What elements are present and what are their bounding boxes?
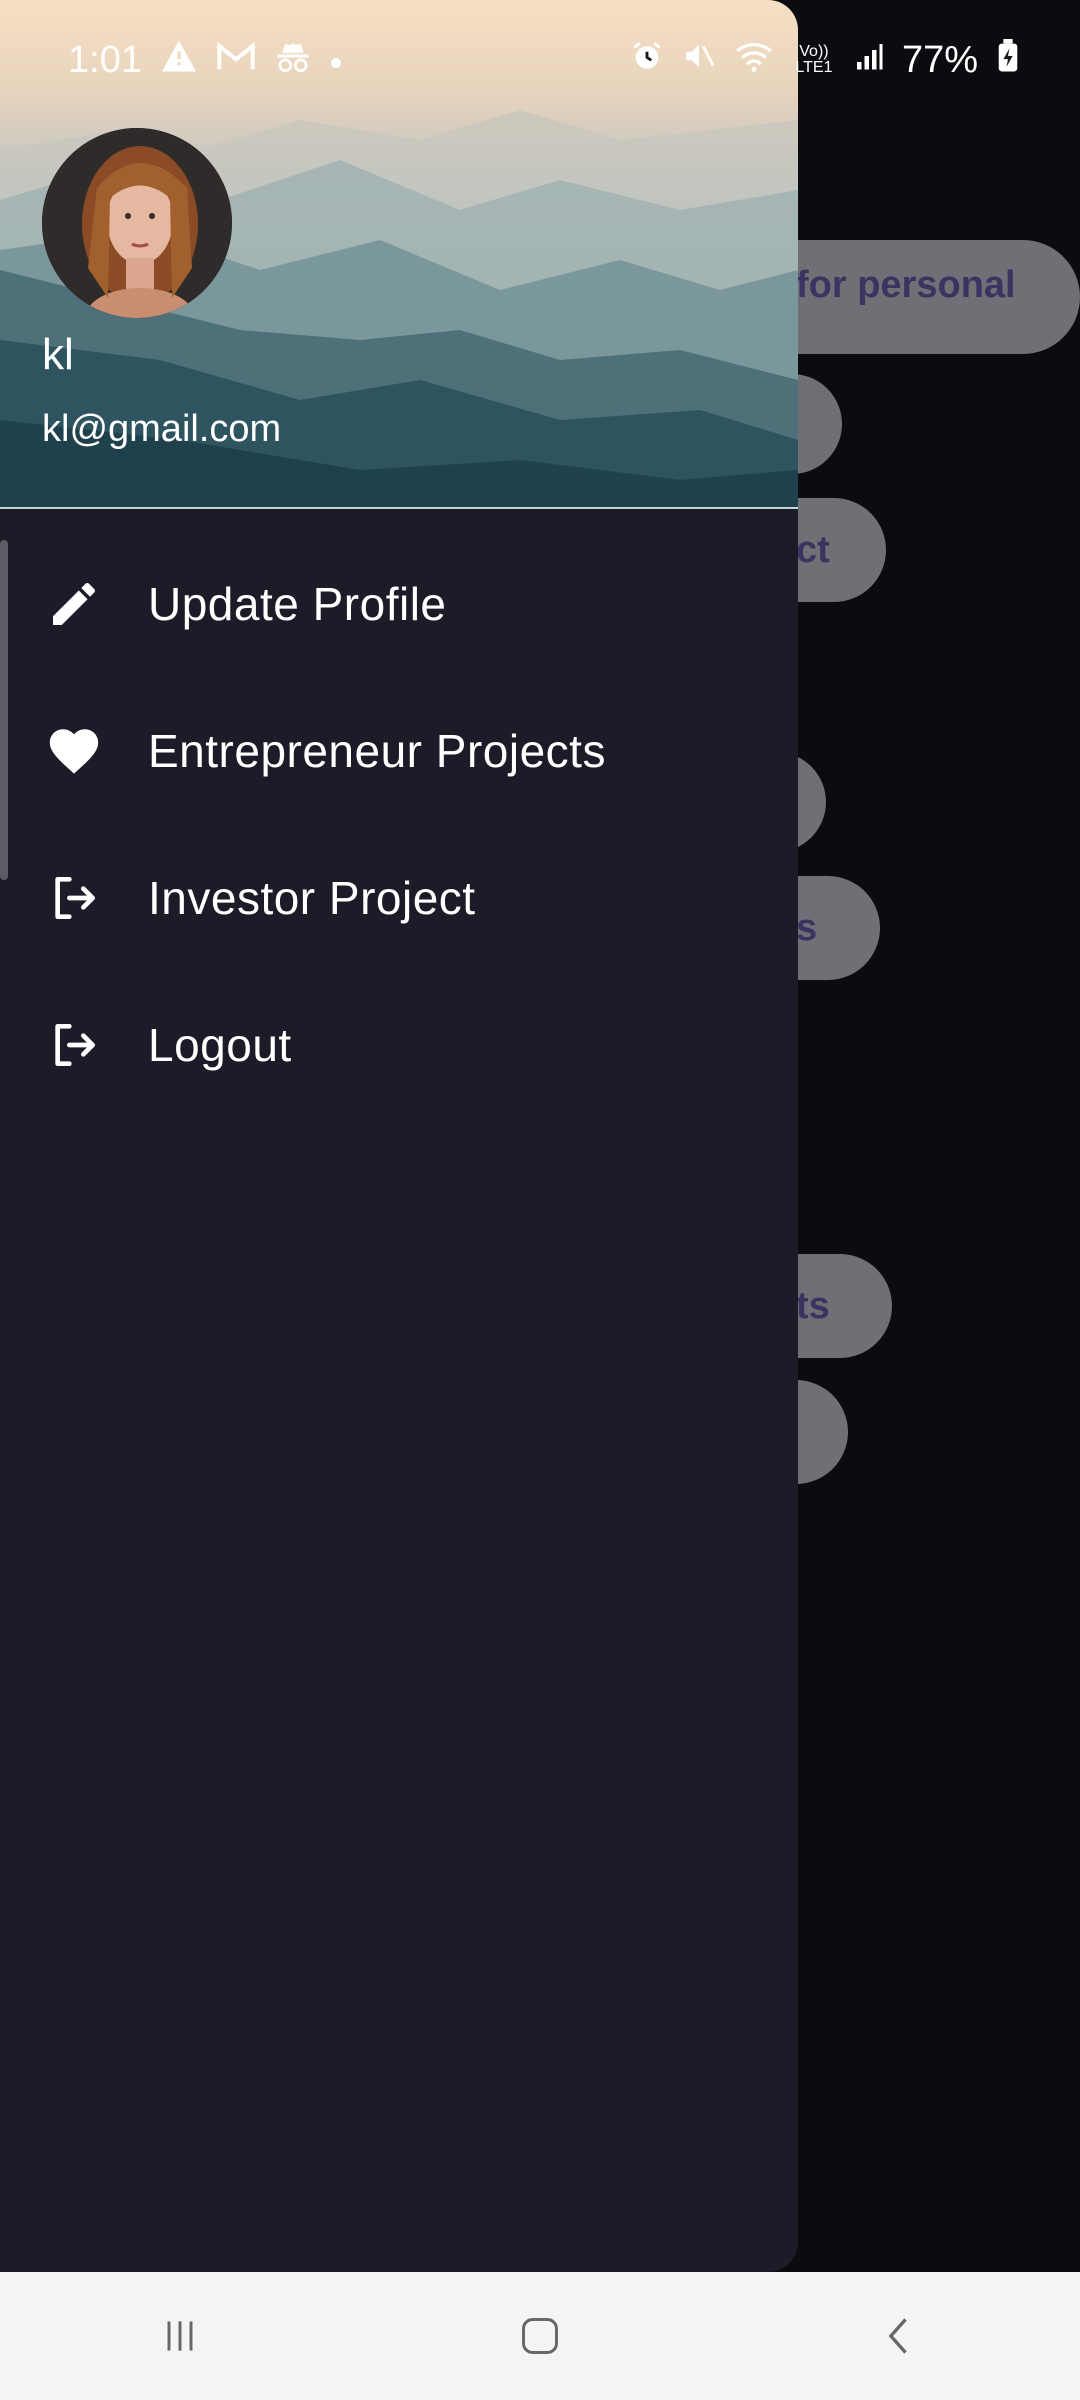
mute-icon	[682, 39, 716, 81]
back-button[interactable]	[840, 2296, 960, 2376]
dot-icon	[330, 43, 342, 77]
gmail-icon	[216, 41, 256, 79]
signal-icon	[854, 41, 884, 79]
battery-percentage: 77%	[901, 38, 978, 81]
incognito-icon	[274, 39, 312, 81]
menu-item-label: Logout	[148, 1018, 292, 1071]
user-name: kl	[42, 330, 74, 379]
logout-menu-item[interactable]: Logout	[0, 971, 798, 1118]
back-icon	[888, 2318, 907, 2354]
user-email: kl@gmail.com	[42, 408, 282, 450]
update-profile-menu-item[interactable]: Update Profile	[0, 530, 798, 677]
drawer-menu: Update Profile Entrepreneur Projects Inv…	[0, 530, 798, 1118]
logout-icon	[44, 1015, 104, 1075]
menu-item-label: Investor Project	[148, 871, 476, 924]
status-bar: 1:01 Vo)) LTE1 77%	[0, 0, 1080, 120]
menu-item-label: Update Profile	[148, 577, 447, 630]
status-left: 1:01	[68, 39, 342, 82]
wifi-icon	[734, 39, 774, 81]
pencil-icon	[44, 574, 104, 634]
alarm-icon	[630, 39, 664, 81]
investor-project-menu-item[interactable]: Investor Project	[0, 824, 798, 971]
avatar[interactable]	[42, 128, 232, 318]
menu-item-label: Entrepreneur Projects	[148, 724, 606, 777]
system-navigation-bar	[0, 2272, 1080, 2400]
logout-icon	[44, 868, 104, 928]
navigation-drawer: kl kl@gmail.com Update Profile Entrepren…	[0, 0, 798, 2272]
recent-apps-button[interactable]	[120, 2296, 240, 2376]
status-time: 1:01	[68, 38, 142, 81]
battery-charging-icon	[996, 39, 1020, 81]
recent-apps-icon	[167, 2321, 193, 2351]
heart-icon	[44, 721, 104, 781]
volte-lte-icon: Vo)) LTE1	[795, 43, 833, 76]
entrepreneur-projects-menu-item[interactable]: Entrepreneur Projects	[0, 677, 798, 824]
home-button[interactable]	[480, 2296, 600, 2376]
home-icon	[522, 2318, 558, 2354]
warning-icon	[160, 39, 198, 81]
status-right: Vo)) LTE1 77%	[630, 39, 1020, 82]
